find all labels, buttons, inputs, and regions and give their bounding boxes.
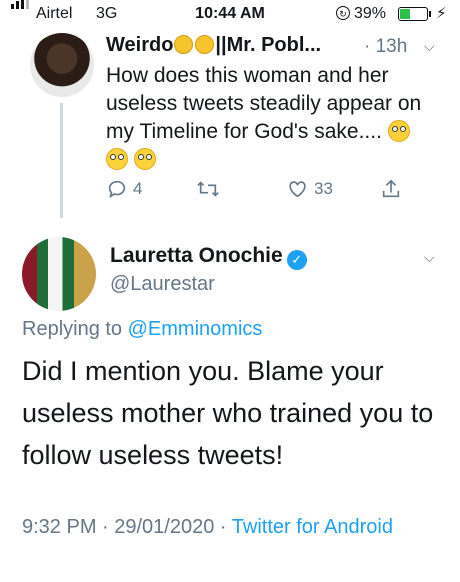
display-name: Weirdo	[106, 34, 174, 56]
tweet-text: How does this woman and her useless twee…	[106, 62, 446, 174]
battery-icon	[398, 7, 428, 21]
display-name: Lauretta Onochie	[110, 244, 283, 267]
separator: ·	[364, 36, 371, 57]
author-name[interactable]: Lauretta Onochie ✓	[110, 244, 307, 270]
eye-roll-emoji-icon	[387, 120, 410, 142]
author-name[interactable]: Weirdo ||Mr. Pobl...	[106, 34, 321, 57]
chevron-down-icon[interactable]: ⌵	[424, 249, 435, 266]
avatar[interactable]	[22, 237, 96, 311]
eye-roll-emoji-icon	[106, 148, 128, 170]
verified-badge-icon: ✓	[286, 250, 307, 270]
tweet-timestamp: 9:32 PM · 29/01/2020 · Twitter for Andro…	[22, 512, 422, 542]
timestamp: 9:32 PM · 29/01/2020 ·	[22, 516, 227, 538]
battery-percent: 39%	[354, 5, 387, 22]
reply-button[interactable]: 4	[106, 178, 142, 200]
status-time: 10:44 AM	[195, 5, 265, 22]
replying-to: Replying to @Emminomics	[22, 318, 262, 341]
replying-prefix: Replying to	[22, 318, 123, 340]
retweet-button[interactable]	[196, 178, 220, 200]
status-bar: Airtel 3G 10:44 AM ↻ 39% ⚡	[0, 0, 460, 30]
like-count: 33	[314, 179, 333, 198]
replying-handle-link[interactable]: @Emminomics	[128, 318, 263, 340]
share-icon	[382, 179, 400, 198]
author-handle[interactable]: @Laurestar	[110, 273, 215, 296]
tweet-meta: · 13h	[364, 36, 407, 58]
eye-roll-emoji-icon	[133, 148, 156, 170]
share-button[interactable]	[380, 178, 402, 200]
charging-icon: ⚡	[436, 5, 447, 22]
chevron-down-icon[interactable]: ⌵	[424, 38, 435, 55]
avatar[interactable]	[30, 33, 94, 97]
rotation-lock-icon: ↻	[336, 6, 350, 20]
tweet-time[interactable]: 13h	[376, 36, 408, 57]
reply-icon	[108, 180, 126, 199]
reply-count: 4	[133, 179, 143, 198]
like-button[interactable]: 33	[286, 178, 333, 200]
source-link[interactable]: Twitter for Android	[232, 516, 393, 538]
retweet-icon	[197, 181, 219, 197]
tweet-actions: 4 33	[0, 178, 460, 208]
display-name-suffix: ||Mr. Pobl...	[215, 34, 322, 56]
relieved-face-icon	[195, 35, 215, 54]
battery-nub	[429, 11, 431, 17]
relieved-face-icon	[174, 35, 194, 54]
tweet-text: Did I mention you. Blame your useless mo…	[22, 356, 434, 470]
heart-icon	[289, 181, 306, 198]
